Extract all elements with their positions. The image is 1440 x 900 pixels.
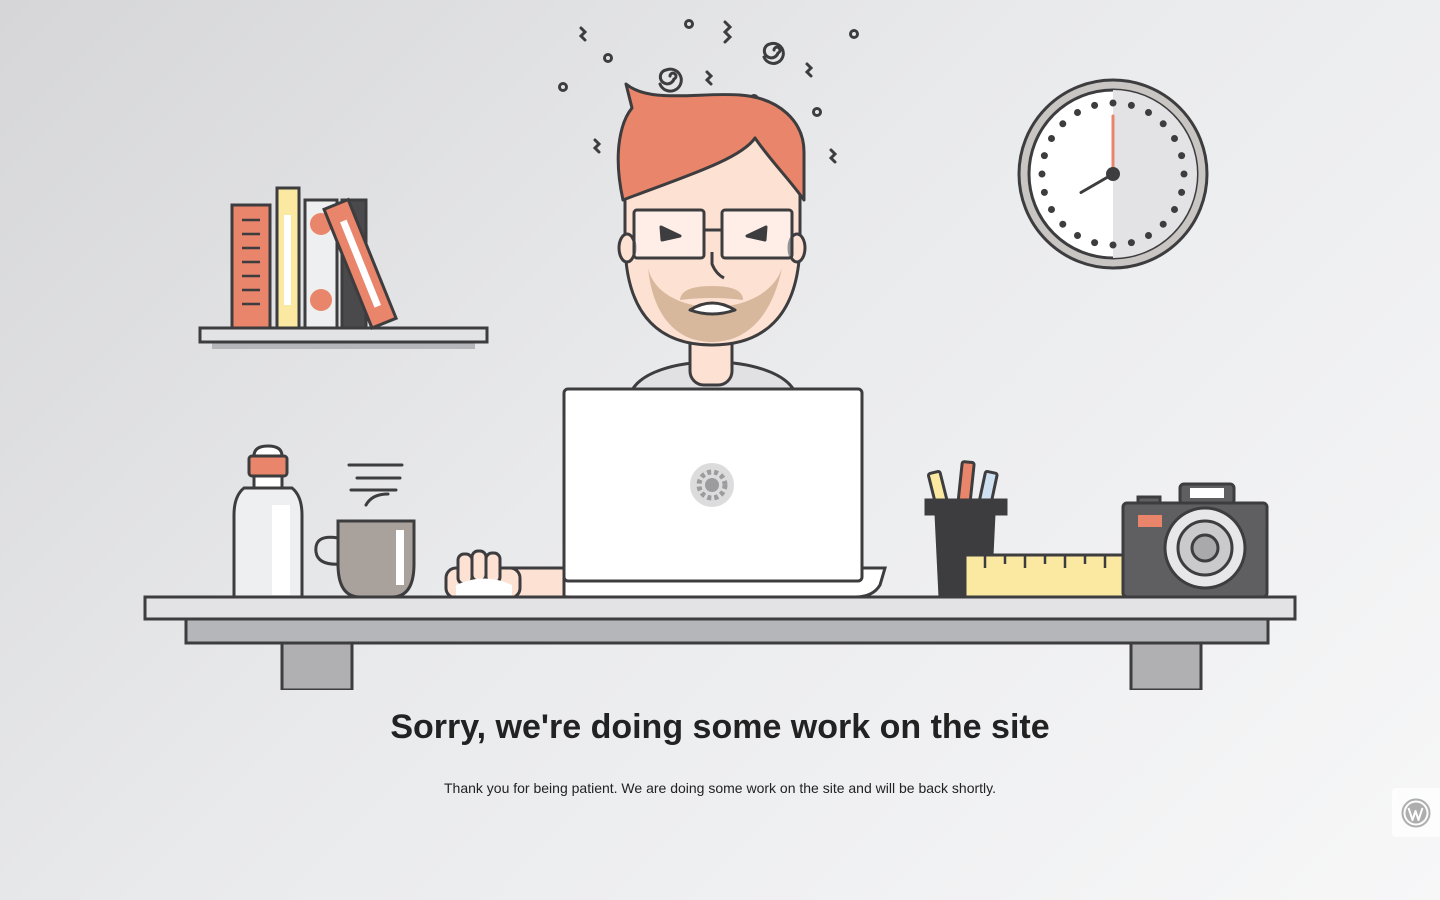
clock-tick — [1127, 239, 1135, 247]
clock-tick — [1127, 101, 1135, 109]
clock-tick — [1091, 101, 1099, 109]
bookshelf — [198, 186, 489, 349]
clock-tick — [1178, 152, 1186, 160]
clock-tick — [1048, 135, 1055, 142]
clock-tick — [1171, 135, 1178, 142]
laptop — [537, 387, 888, 599]
clock-tick — [1159, 120, 1167, 128]
wordpress-login-button[interactable] — [1392, 788, 1440, 837]
clock-tick — [1171, 206, 1178, 213]
maintenance-illustration — [143, 19, 1297, 690]
coffee-mug — [314, 463, 416, 599]
clock-tick — [1109, 99, 1117, 107]
clock-tick — [1180, 170, 1188, 178]
clock-tick — [1145, 109, 1152, 116]
clock-tick — [1178, 188, 1186, 196]
desk — [143, 595, 1297, 690]
clock-tick — [1059, 220, 1067, 228]
clock-tick — [1145, 232, 1152, 239]
clock-tick — [1040, 188, 1048, 196]
page-title: Sorry, we're doing some work on the site — [390, 708, 1050, 746]
hand-on-mouse — [444, 549, 566, 600]
developer-person — [616, 82, 807, 394]
gear-icon — [690, 463, 734, 507]
maintenance-message: Thank you for being patient. We are doin… — [443, 780, 996, 796]
water-bottle — [232, 444, 304, 599]
wall-clock — [1017, 78, 1209, 270]
clock-tick — [1091, 239, 1099, 247]
clock-tick — [1109, 241, 1117, 249]
clock-tick — [1074, 232, 1081, 239]
clock-tick — [1048, 206, 1055, 213]
wordpress-icon — [1401, 798, 1431, 827]
clock-tick — [1040, 152, 1048, 160]
clock-tick — [1159, 220, 1167, 228]
clock-tick — [1038, 170, 1046, 178]
clock-tick — [1059, 120, 1067, 128]
clock-tick — [1074, 109, 1081, 116]
camera — [1121, 482, 1269, 599]
